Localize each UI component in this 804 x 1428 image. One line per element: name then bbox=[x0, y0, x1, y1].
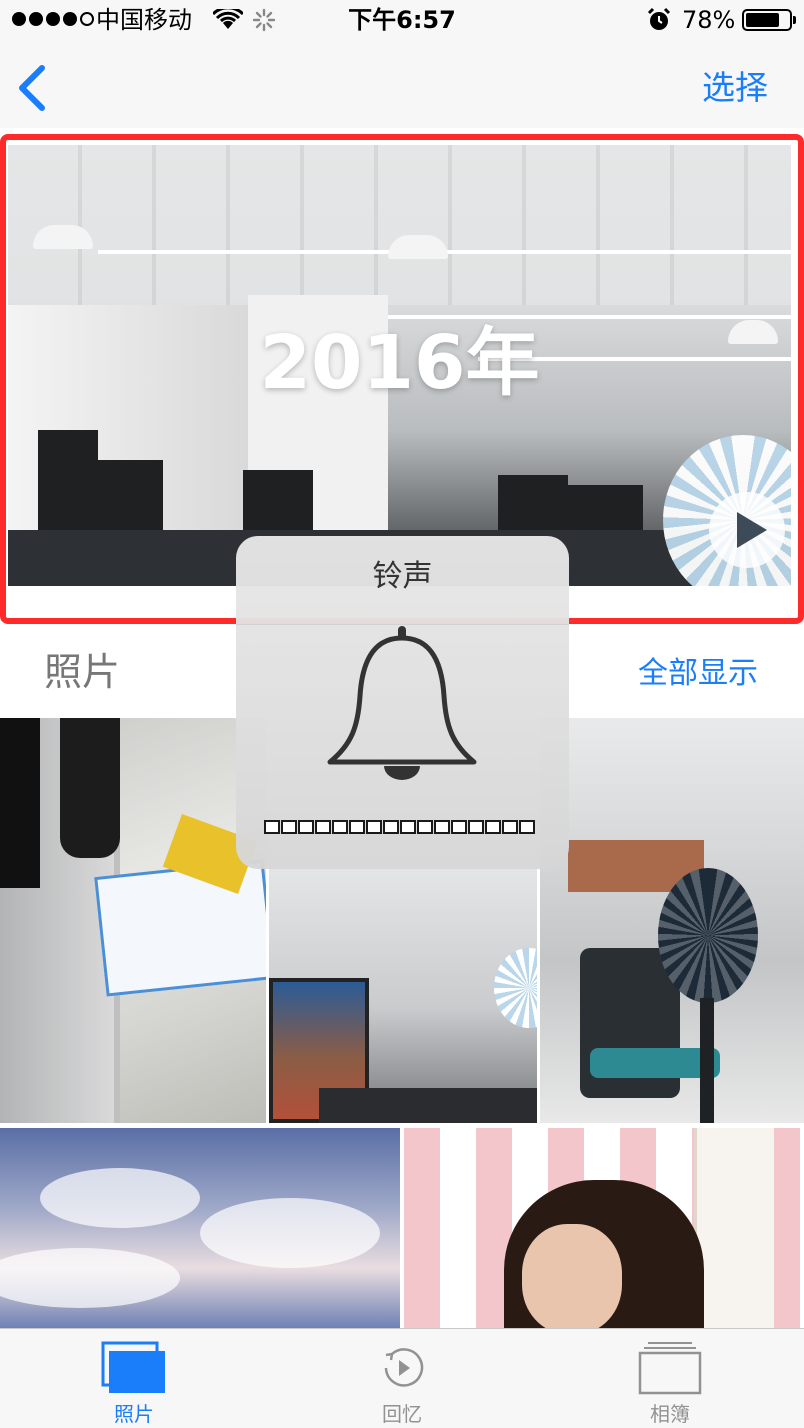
volume-segment bbox=[519, 820, 535, 834]
volume-segment bbox=[315, 820, 331, 834]
volume-segment bbox=[366, 820, 382, 834]
memories-replay-icon bbox=[384, 1348, 424, 1387]
tab-bar: 照片 回忆 相簿 bbox=[0, 1328, 804, 1428]
battery-icon bbox=[742, 9, 796, 31]
volume-segment bbox=[485, 820, 501, 834]
photo-ceiling bbox=[8, 145, 791, 305]
photo-cloud bbox=[0, 1248, 180, 1308]
pendant-lamp bbox=[388, 235, 448, 259]
tab-albums-label: 相簿 bbox=[650, 1402, 690, 1426]
photo-fan-pole bbox=[700, 998, 714, 1123]
chevron-left-icon bbox=[19, 65, 45, 111]
back-button[interactable] bbox=[12, 64, 56, 112]
volume-hud: 铃声 bbox=[236, 536, 569, 869]
photo-monitor bbox=[93, 460, 163, 540]
volume-segment bbox=[502, 820, 518, 834]
photo-laptop-screen bbox=[0, 718, 40, 888]
battery-percent: 78% bbox=[682, 6, 736, 34]
photos-stack-icon bbox=[101, 1341, 165, 1393]
photo-thumbnail[interactable] bbox=[0, 718, 266, 1123]
volume-segment bbox=[383, 820, 399, 834]
memory-title: 2016年 bbox=[259, 320, 540, 406]
status-bar: 中国移动 下午6:57 78% bbox=[0, 0, 804, 40]
volume-segment bbox=[264, 820, 280, 834]
photo-fan bbox=[658, 868, 758, 1003]
tab-memories[interactable]: 回忆 bbox=[268, 1329, 536, 1428]
volume-segment bbox=[298, 820, 314, 834]
photos-section-title: 照片 bbox=[44, 650, 121, 694]
bell-icon bbox=[327, 626, 477, 780]
volume-level-meter bbox=[264, 820, 535, 834]
photo-bottle bbox=[60, 718, 120, 858]
play-button[interactable] bbox=[709, 492, 785, 568]
tab-albums[interactable]: 相簿 bbox=[536, 1329, 804, 1428]
photo-thumbnail[interactable] bbox=[0, 1128, 400, 1328]
volume-segment bbox=[451, 820, 467, 834]
photo-cloud bbox=[200, 1198, 380, 1268]
photo-cloth bbox=[694, 1128, 774, 1328]
tab-photos[interactable]: 照片 bbox=[0, 1329, 268, 1428]
photo-face bbox=[522, 1224, 622, 1328]
volume-segment bbox=[400, 820, 416, 834]
tab-memories-label: 回忆 bbox=[382, 1402, 422, 1426]
select-button[interactable]: 选择 bbox=[702, 66, 768, 110]
pendant-lamp bbox=[33, 225, 93, 249]
play-icon bbox=[737, 512, 767, 548]
photo-thumbnail[interactable] bbox=[404, 1128, 804, 1328]
photo-thumbnail[interactable] bbox=[269, 868, 537, 1123]
photo-monitor bbox=[543, 485, 643, 535]
photo-monitor bbox=[243, 470, 313, 530]
photo-thumbnail[interactable] bbox=[540, 718, 804, 1123]
photo-laptop bbox=[319, 1088, 537, 1123]
photo-fan bbox=[494, 948, 537, 1028]
volume-segment bbox=[468, 820, 484, 834]
photo-cloud bbox=[40, 1168, 200, 1228]
volume-segment bbox=[281, 820, 297, 834]
tab-photos-label: 照片 bbox=[114, 1402, 154, 1426]
volume-segment bbox=[434, 820, 450, 834]
photo-monitor bbox=[38, 430, 98, 540]
show-all-link[interactable]: 全部显示 bbox=[638, 654, 758, 694]
volume-hud-title: 铃声 bbox=[372, 559, 433, 594]
volume-segment bbox=[417, 820, 433, 834]
albums-icon bbox=[638, 1342, 702, 1395]
alarm-clock-icon bbox=[647, 7, 671, 30]
volume-hud-divider bbox=[236, 624, 569, 625]
volume-segment bbox=[349, 820, 365, 834]
navigation-bar: 选择 bbox=[0, 40, 804, 128]
volume-segment bbox=[332, 820, 348, 834]
